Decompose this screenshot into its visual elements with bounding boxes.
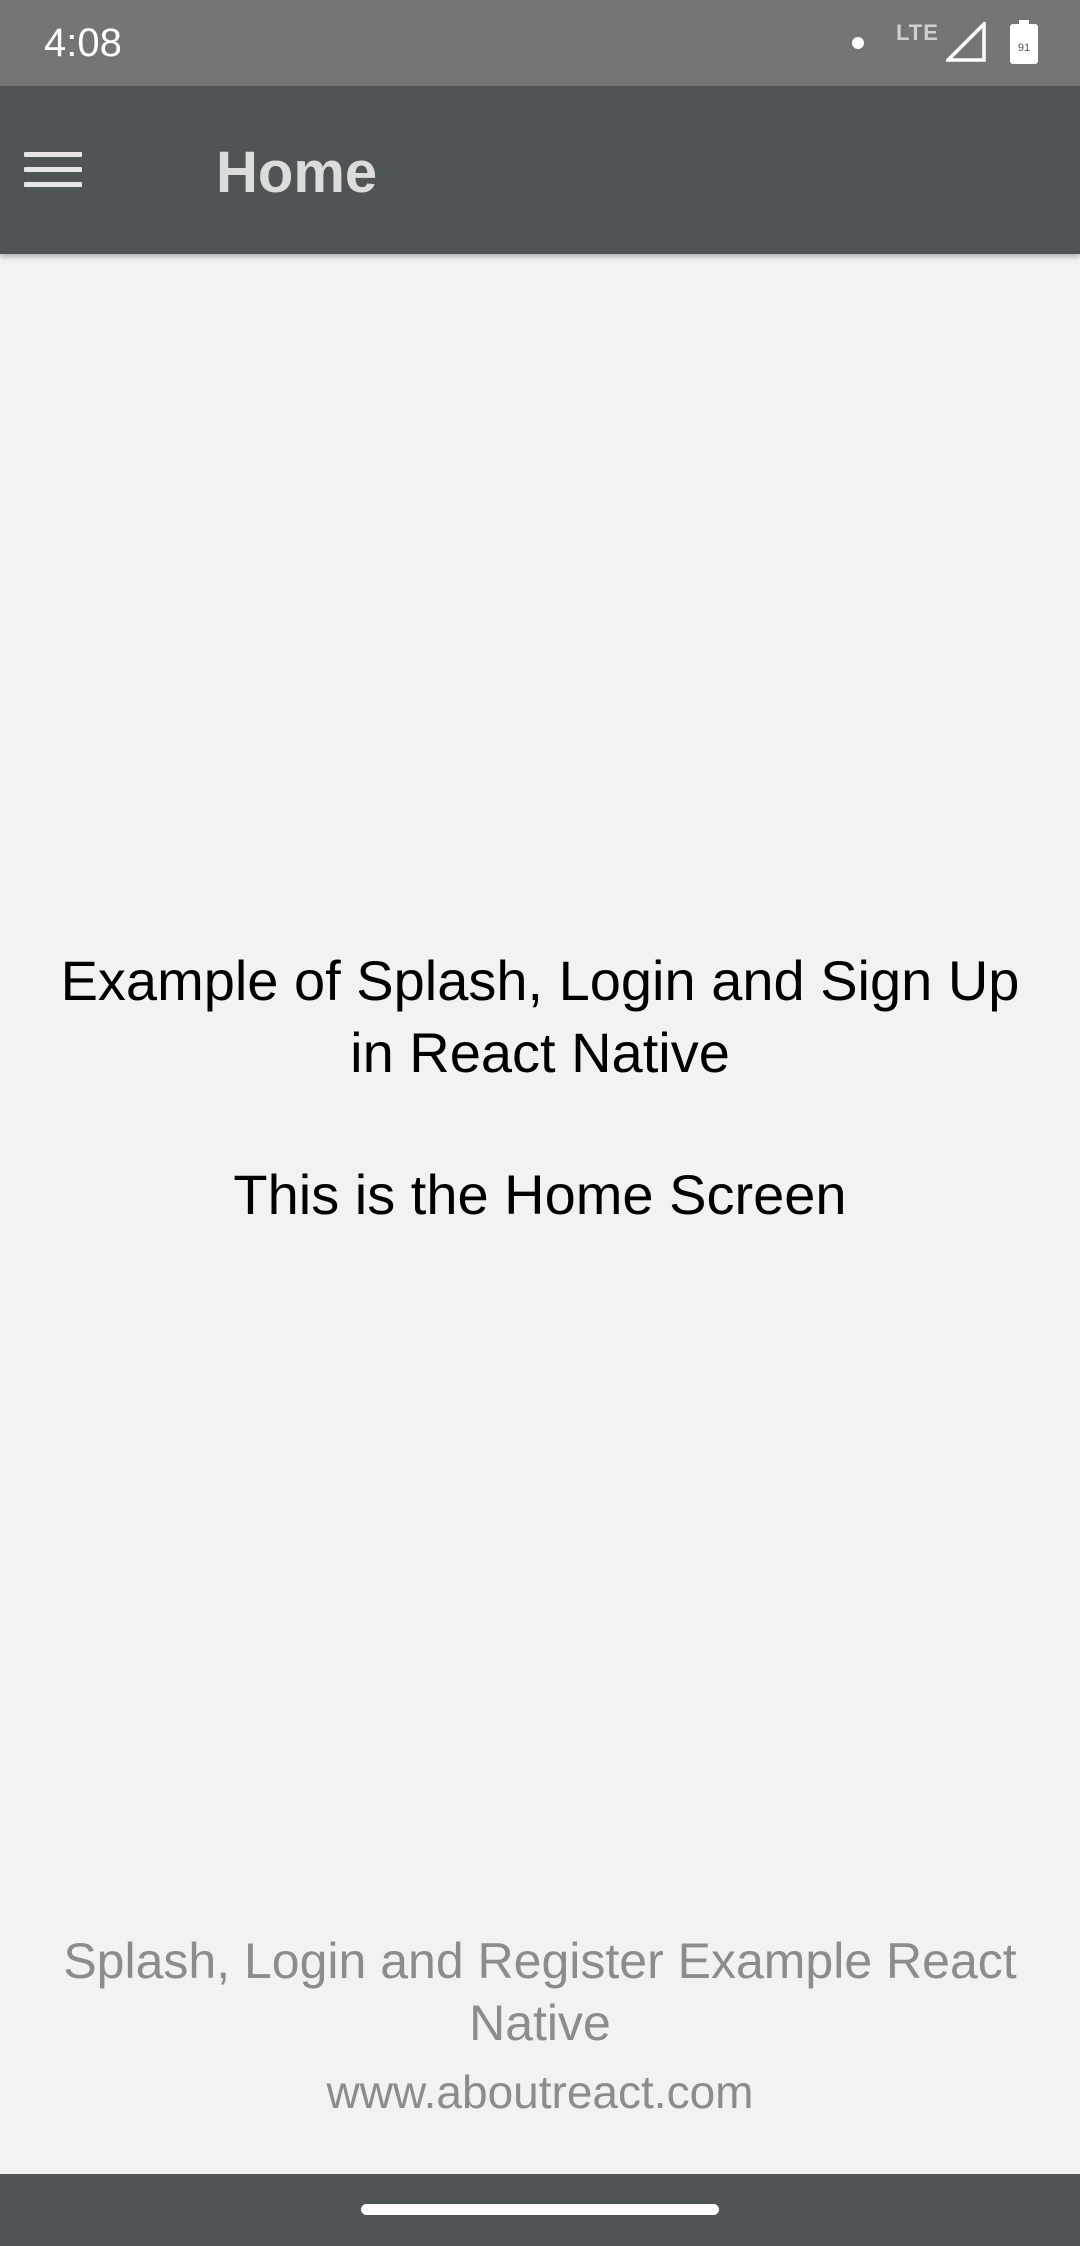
footer-url: www.aboutreact.com	[326, 2066, 754, 2118]
main-content: Example of Splash, Login and Sign Up in …	[40, 945, 1040, 1231]
notification-dot-icon	[852, 37, 864, 49]
footer-title: Splash, Login and Register Example React…	[63, 1933, 1017, 2051]
main-heading: Example of Splash, Login and Sign Up in …	[60, 949, 1020, 1084]
footer: Splash, Login and Register Example React…	[40, 1930, 1040, 2122]
battery-shape: 91	[1010, 20, 1038, 64]
status-time: 4:08	[44, 21, 122, 65]
battery-level-text: 91	[1018, 42, 1030, 54]
menu-button[interactable]	[14, 134, 92, 206]
signal-icon	[946, 22, 986, 62]
home-gesture-handle[interactable]	[361, 2204, 719, 2215]
home-screen-text: This is the Home Screen	[233, 1163, 847, 1226]
app-header: Home	[0, 86, 1080, 254]
page-title: Home	[216, 140, 378, 205]
battery-icon: 91	[1010, 20, 1038, 64]
app-screen: 4:08 LTE 91 Home Example of Splash, Logi…	[0, 0, 1080, 2246]
hamburger-menu-icon[interactable]	[24, 152, 82, 188]
navigation-bar	[0, 2174, 1080, 2246]
status-bar: 4:08 LTE 91	[0, 0, 1080, 86]
network-type-label: LTE	[896, 20, 939, 45]
